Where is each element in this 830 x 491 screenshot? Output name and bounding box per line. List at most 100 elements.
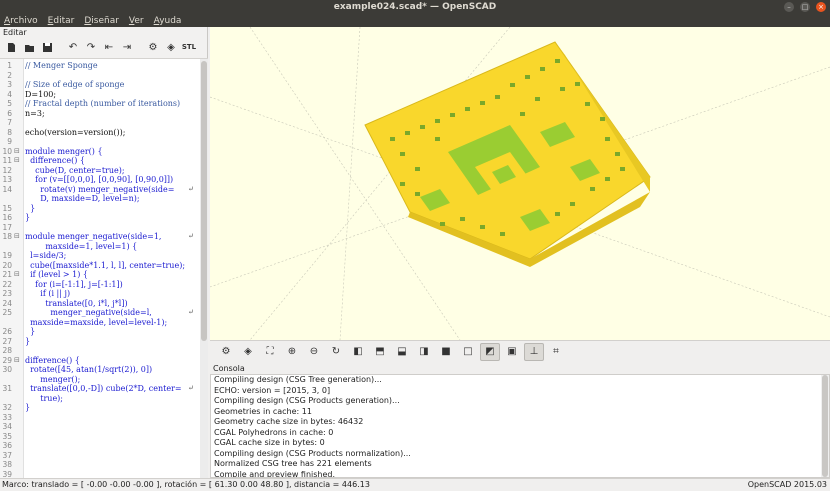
- preview-icon[interactable]: ⚙: [145, 40, 161, 54]
- code-line[interactable]: 37: [0, 451, 200, 461]
- code-line[interactable]: 33: [0, 413, 200, 423]
- 3d-viewport[interactable]: [210, 27, 830, 340]
- code-text: cube(D, center=true);: [25, 165, 125, 175]
- export-stl-icon[interactable]: STL: [181, 40, 197, 54]
- preview-icon[interactable]: ⚙: [216, 343, 236, 361]
- view-back-icon[interactable]: □: [458, 343, 478, 361]
- console-line: Normalized CSG tree has 221 elements: [214, 459, 372, 468]
- undo-icon[interactable]: ↶: [65, 40, 81, 54]
- show-axes-icon[interactable]: ⊥: [524, 342, 544, 361]
- code-line[interactable]: 39: [0, 470, 200, 479]
- perspective-icon[interactable]: ◩: [480, 342, 500, 361]
- menu-archivo[interactable]: Archivo: [4, 16, 38, 26]
- editor-pane: Editar ↶ ↷ ⇤ ⇥ ⚙ ◈ STL 1 // Menger Sponge…: [0, 27, 208, 478]
- code-line[interactable]: 9: [0, 137, 200, 147]
- code-line[interactable]: 2: [0, 71, 200, 81]
- view-left-icon[interactable]: ◨: [414, 343, 434, 361]
- code-line[interactable]: 32}: [0, 403, 200, 413]
- fold-marker-icon[interactable]: ⊟: [14, 356, 20, 366]
- code-line[interactable]: 18 ⊟ module menger_negative(side=1, ↵: [0, 232, 200, 242]
- line-number: 6: [7, 108, 12, 118]
- view-bottom-icon[interactable]: ⬓: [392, 343, 412, 361]
- code-line[interactable]: maxside=maxside, level=level-1);: [0, 318, 200, 328]
- zoom-out-icon[interactable]: ⊖: [304, 343, 324, 361]
- code-line[interactable]: 25 menger_negative(side=l, ↵: [0, 308, 200, 318]
- show-edges-icon[interactable]: ⌗: [546, 343, 566, 361]
- code-line[interactable]: 4 D=100;: [0, 90, 200, 100]
- view-right-icon[interactable]: ◧: [348, 343, 368, 361]
- code-line[interactable]: 8 echo(version=version());: [0, 128, 200, 138]
- code-line[interactable]: 16}: [0, 213, 200, 223]
- code-line[interactable]: 27}: [0, 337, 200, 347]
- open-file-icon[interactable]: [21, 40, 37, 54]
- code-line[interactable]: maxside=1, level=1) {: [0, 242, 200, 252]
- code-line[interactable]: 20 cube([maxside*1.1, l, l], center=true…: [0, 261, 200, 271]
- save-icon[interactable]: [39, 40, 55, 54]
- code-line[interactable]: 12 cube(D, center=true);: [0, 166, 200, 176]
- code-line[interactable]: 10 ⊟ module menger() {: [0, 147, 200, 157]
- wrap-indicator-icon: ↵: [188, 184, 194, 193]
- new-file-icon[interactable]: [3, 40, 19, 54]
- code-text: // Size of edge of sponge: [25, 80, 125, 89]
- view-top-icon[interactable]: ⬒: [370, 343, 390, 361]
- editor-scrollbar[interactable]: [200, 59, 208, 478]
- line-number: 23: [2, 289, 12, 298]
- fold-marker-icon[interactable]: ⊟: [14, 147, 20, 157]
- redo-icon[interactable]: ↷: [83, 40, 99, 54]
- indent-icon[interactable]: ⇥: [119, 40, 135, 54]
- console-scrollbar[interactable]: [821, 375, 829, 477]
- code-line[interactable]: 29 ⊟ difference() {: [0, 356, 200, 366]
- render-icon[interactable]: ◈: [238, 343, 258, 361]
- code-line[interactable]: 23 if (i || j): [0, 289, 200, 299]
- code-line[interactable]: 38: [0, 460, 200, 470]
- reset-view-icon[interactable]: ↻: [326, 343, 346, 361]
- orthogonal-icon[interactable]: ▣: [502, 343, 522, 361]
- code-line[interactable]: 30 rotate([45, atan(1/sqrt(2)), 0]): [0, 365, 200, 375]
- code-line[interactable]: 11 ⊟ difference() {: [0, 156, 200, 166]
- code-line[interactable]: 3 // Size of edge of sponge: [0, 80, 200, 90]
- code-line[interactable]: 6 n=3;: [0, 109, 200, 119]
- code-line[interactable]: 13 for (v=[[0,0,0], [0,0,90], [0,90,0]]): [0, 175, 200, 185]
- code-line[interactable]: 19 l=side/3;: [0, 251, 200, 261]
- render-icon[interactable]: ◈: [163, 40, 179, 54]
- menu-editar[interactable]: Editar: [48, 16, 75, 26]
- code-text: n=3;: [25, 108, 45, 118]
- code-text: difference() {: [25, 156, 85, 165]
- code-text: true);: [25, 393, 63, 403]
- line-number: 4: [7, 89, 12, 99]
- menu-ver[interactable]: Ver: [129, 16, 144, 26]
- code-line[interactable]: 15 }: [0, 204, 200, 214]
- code-line[interactable]: menger();: [0, 375, 200, 385]
- code-line[interactable]: 5 // Fractal depth (number of iterations): [0, 99, 200, 109]
- zoom-all-icon[interactable]: ⛶: [260, 343, 280, 361]
- code-line[interactable]: true);: [0, 394, 200, 404]
- code-text: translate([0, i*l, j*l]): [25, 298, 128, 308]
- view-front-icon[interactable]: ■: [436, 343, 456, 361]
- code-line[interactable]: 21 ⊟ if (level > 1) {: [0, 270, 200, 280]
- menu-disenar[interactable]: Diseñar: [84, 16, 119, 26]
- code-line[interactable]: 34: [0, 422, 200, 432]
- fold-marker-icon[interactable]: ⊟: [14, 232, 20, 242]
- code-line[interactable]: 7: [0, 118, 200, 128]
- fold-marker-icon[interactable]: ⊟: [14, 270, 20, 280]
- line-number: 37: [2, 450, 12, 460]
- code-line[interactable]: 1 // Menger Sponge: [0, 61, 200, 71]
- code-line[interactable]: 28: [0, 346, 200, 356]
- unindent-icon[interactable]: ⇤: [101, 40, 117, 54]
- code-line[interactable]: 35: [0, 432, 200, 442]
- code-line[interactable]: 36: [0, 441, 200, 451]
- code-text: }: [25, 203, 36, 213]
- code-line[interactable]: 17: [0, 223, 200, 233]
- code-line[interactable]: 22 for (i=[-1:1], j=[-1:1]): [0, 280, 200, 290]
- code-line[interactable]: D, maxside=D, level=n);: [0, 194, 200, 204]
- line-number: 29: [2, 355, 12, 365]
- console-output[interactable]: Compiling design (CSG Tree generation)..…: [210, 374, 830, 478]
- code-line[interactable]: 31 translate([0,0,-D]) cube(2*D, center=…: [0, 384, 200, 394]
- fold-marker-icon[interactable]: ⊟: [14, 156, 20, 166]
- code-line[interactable]: 14 rotate(v) menger_negative(side= ↵: [0, 185, 200, 195]
- code-editor[interactable]: 1 // Menger Sponge 2 3 // Size of edge of sp…: [0, 58, 208, 478]
- code-line[interactable]: 26 }: [0, 327, 200, 337]
- menu-ayuda[interactable]: Ayuda: [154, 16, 182, 26]
- zoom-in-icon[interactable]: ⊕: [282, 343, 302, 361]
- code-line[interactable]: 24 translate([0, i*l, j*l]): [0, 299, 200, 309]
